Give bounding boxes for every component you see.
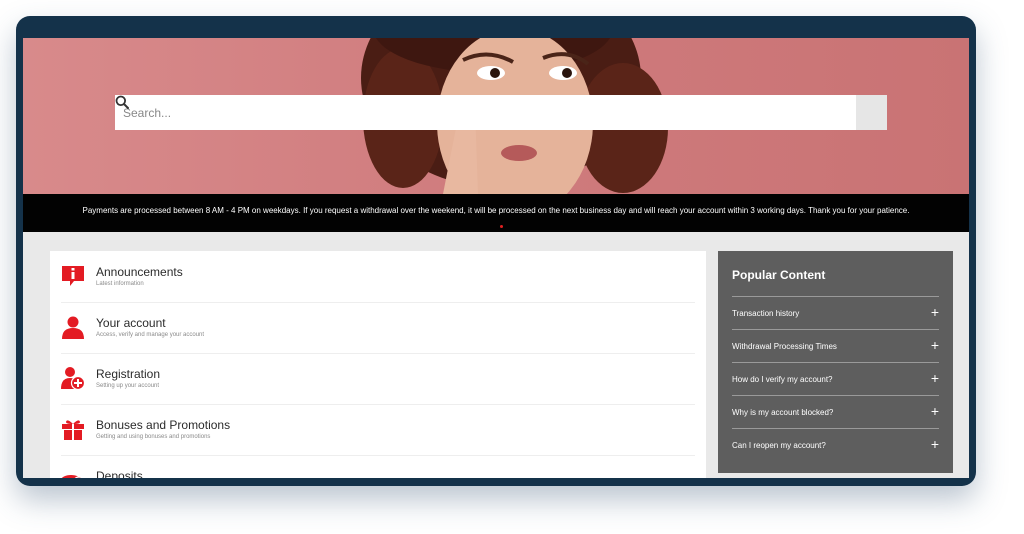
popular-item-label: Transaction history [732, 309, 800, 318]
popular-item-label: Withdrawal Processing Times [732, 342, 837, 351]
popular-item-transaction-history[interactable]: Transaction history + [732, 296, 939, 329]
search-bar [115, 95, 887, 130]
popular-item-label: How do I verify my account? [732, 375, 833, 384]
category-title: Announcements [96, 265, 183, 279]
popular-content-list: Transaction history + Withdrawal Process… [732, 296, 939, 461]
search-input[interactable] [115, 95, 856, 130]
search-icon [115, 95, 129, 109]
category-subtitle: Latest information [96, 281, 144, 287]
notice-banner: Payments are processed between 8 AM - 4 … [23, 194, 969, 232]
plus-icon[interactable]: + [931, 371, 939, 385]
category-subtitle: Setting up your account [96, 383, 160, 389]
popular-item-reopen-account[interactable]: Can I reopen my account? + [732, 428, 939, 461]
gift-icon [62, 420, 84, 440]
popular-content-title: Popular Content [732, 268, 826, 282]
popular-item-label: Can I reopen my account? [732, 441, 826, 450]
popular-item-account-blocked[interactable]: Why is my account blocked? + [732, 395, 939, 428]
popular-content-panel: Popular Content Transaction history + Wi… [718, 251, 953, 473]
plus-icon[interactable]: + [931, 437, 939, 451]
popular-item-withdrawal-processing-times[interactable]: Withdrawal Processing Times + [732, 329, 939, 362]
category-list: Announcements Latest information Your ac… [50, 251, 706, 478]
category-subtitle: Getting and using bonuses and promotions [96, 434, 211, 440]
device-frame: Payments are processed between 8 AM - 4 … [16, 16, 976, 486]
plus-icon[interactable]: + [931, 404, 939, 418]
category-your-account[interactable]: Your account Access, verify and manage y… [61, 302, 695, 354]
plus-icon[interactable]: + [931, 338, 939, 352]
search-button[interactable] [115, 95, 887, 130]
deposit-icon [61, 475, 84, 478]
browser-viewport: Payments are processed between 8 AM - 4 … [23, 38, 969, 478]
popular-item-label: Why is my account blocked? [732, 408, 834, 417]
category-registration[interactable]: Registration Setting up your account [61, 353, 695, 405]
category-title: Registration [96, 367, 161, 381]
hero-banner [23, 38, 969, 194]
plus-icon[interactable]: + [931, 305, 939, 319]
popular-item-verify-account[interactable]: How do I verify my account? + [732, 362, 939, 395]
category-announcements[interactable]: Announcements Latest information [61, 251, 695, 303]
category-title: Your account [96, 316, 166, 330]
info-bubble-icon [62, 266, 84, 286]
category-deposits[interactable]: Deposits [61, 455, 695, 478]
category-bonuses-promotions[interactable]: Bonuses and Promotions Getting and using… [61, 404, 695, 456]
notice-text: Payments are processed between 8 AM - 4 … [82, 206, 910, 215]
user-plus-icon [61, 367, 85, 390]
carousel-indicator[interactable] [500, 225, 503, 228]
category-subtitle: Access, verify and manage your account [96, 332, 205, 338]
category-title: Deposits [96, 469, 143, 478]
user-icon [62, 316, 84, 339]
category-title: Bonuses and Promotions [96, 418, 231, 432]
